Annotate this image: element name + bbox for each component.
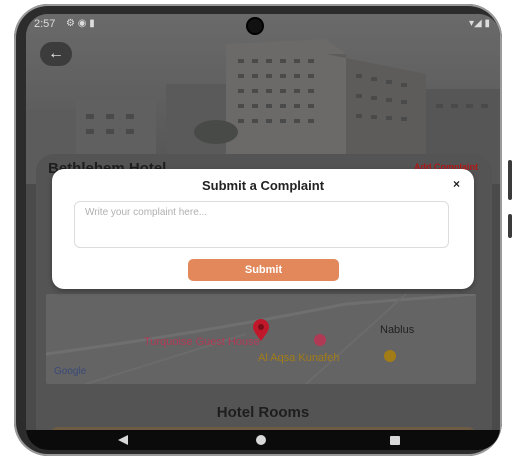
arrow-left-icon: ← [48,45,64,62]
battery-icon: ▾◢ ▮ [469,18,490,29]
android-nav-bar [26,430,500,450]
hotel-rooms-heading: Hotel Rooms [216,404,310,421]
nav-back-icon[interactable] [118,435,128,445]
map-label-kunafeh: Al Aqsa Kunafeh [258,352,340,364]
nav-home-icon[interactable] [256,435,266,445]
submit-button[interactable]: Submit [188,259,339,281]
front-camera [248,19,262,33]
app-screen: 2:57 ⚙ ◉ ▮ ▾◢ ▮ ← Bethlehem Hotel Add Co… [26,14,500,450]
map-label-turquoise: Turquoise Guest House [144,336,260,348]
volume-button [508,160,512,200]
close-icon[interactable]: × [453,177,460,191]
status-bar: 2:57 ⚙ ◉ ▮ ▾◢ ▮ [26,14,500,36]
google-logo: Google [54,366,87,377]
complaint-input[interactable] [74,201,449,248]
dialog-title: Submit a Complaint [201,178,325,193]
food-marker-icon [384,350,396,362]
back-button[interactable]: ← [40,42,72,66]
map-label-nablus: Nablus [380,324,415,336]
map-view[interactable]: Turquoise Guest House Nablus Al Aqsa Kun… [46,294,476,384]
nav-recent-icon[interactable] [390,436,400,445]
power-button [508,214,512,238]
complaint-dialog: Submit a Complaint × Submit [52,169,474,289]
status-icons: ⚙ ◉ ▮ [66,18,95,29]
hotel-marker-icon [314,334,326,346]
status-time: 2:57 [34,18,56,30]
